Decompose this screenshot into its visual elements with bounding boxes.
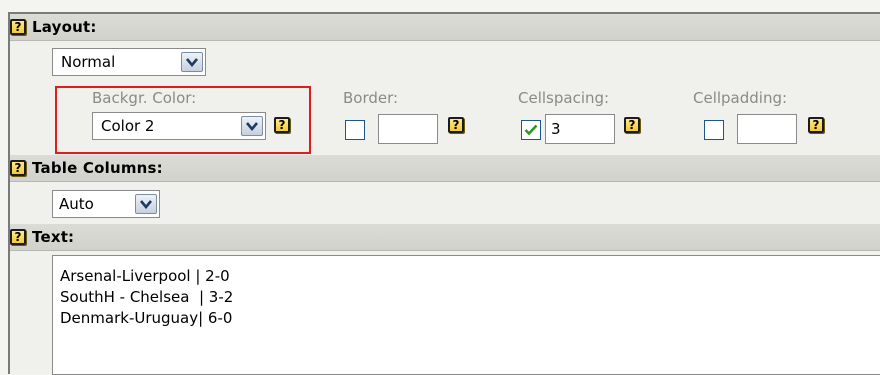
text-line: SouthH - Chelsea | 3-2 [60,288,234,306]
border-checkbox[interactable] [345,120,365,140]
help-icon[interactable]: ? [448,117,464,133]
table-columns-select-value: Auto [59,195,94,213]
text-textarea[interactable]: Arsenal-Liverpool | 2-0 SouthH - Chelsea… [52,255,880,375]
chevron-down-icon[interactable] [135,194,157,214]
border-label: Border: [343,89,399,107]
help-icon[interactable]: ? [624,117,640,133]
highlight-box [55,86,311,154]
table-columns-title: Table Columns: [32,159,163,177]
help-icon[interactable]: ? [808,117,824,133]
layout-title: Layout: [32,18,97,36]
cellpadding-checkbox[interactable] [704,120,724,140]
text-line: Denmark-Uruguay| 6-0 [60,309,233,327]
help-icon[interactable]: ? [10,229,26,245]
cellspacing-label: Cellspacing: [518,89,610,107]
help-icon[interactable]: ? [10,160,26,176]
text-line: Arsenal-Liverpool | 2-0 [60,267,230,285]
help-icon[interactable]: ? [10,19,26,35]
cellpadding-input[interactable] [737,114,797,144]
checkmark-icon [524,124,538,136]
border-input[interactable] [378,114,438,144]
layout-select-value: Normal [61,53,116,71]
table-columns-select[interactable]: Auto [52,190,160,218]
cellspacing-checkbox[interactable] [521,120,541,140]
text-title: Text: [32,228,75,246]
layout-select[interactable]: Normal [52,48,206,76]
layout-section-header: ? Layout: [10,14,880,41]
cellspacing-input[interactable]: 3 [545,114,615,144]
table-columns-section-header: ? Table Columns: [10,155,880,182]
chevron-down-icon[interactable] [181,52,203,72]
text-section-header: ? Text: [10,224,880,251]
cellpadding-label: Cellpadding: [693,89,788,107]
